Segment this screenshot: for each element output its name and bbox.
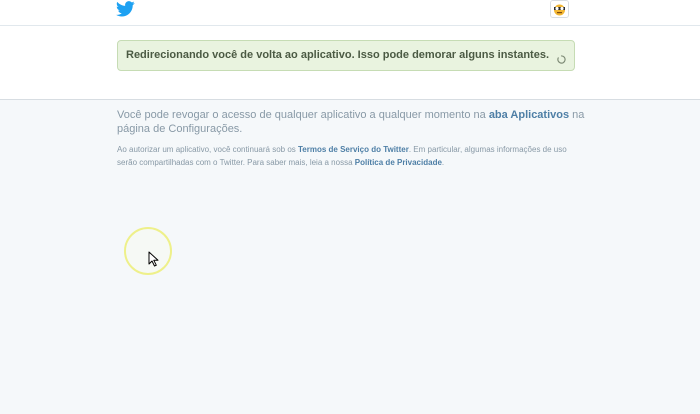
redirect-message: Redirecionando você de volta ao aplicati… bbox=[126, 49, 550, 61]
loading-spinner-icon bbox=[557, 51, 566, 64]
redirect-panel: Redirecionando você de volta ao aplicati… bbox=[0, 26, 700, 100]
top-navigation-bar bbox=[0, 0, 700, 26]
terms-suffix: . bbox=[441, 158, 445, 167]
redirect-notice: Redirecionando você de volta ao aplicati… bbox=[117, 40, 575, 71]
revoke-prefix: Você pode revogar o acesso de qualquer a… bbox=[117, 109, 489, 121]
authorization-info: Você pode revogar o acesso de qualquer a… bbox=[117, 108, 587, 169]
profile-avatar-icon[interactable] bbox=[550, 0, 569, 18]
terms-prefix: Ao autorizar um aplicativo, você continu… bbox=[117, 145, 298, 154]
revoke-access-text: Você pode revogar o acesso de qualquer a… bbox=[117, 108, 587, 136]
apps-tab-link[interactable]: aba Aplicativos bbox=[489, 109, 569, 121]
twitter-bird-icon[interactable] bbox=[116, 1, 135, 17]
mouse-pointer-icon bbox=[148, 251, 160, 267]
terms-of-service-link[interactable]: Termos de Serviço do Twitter bbox=[298, 145, 409, 154]
privacy-policy-link[interactable]: Política de Privacidade bbox=[355, 158, 442, 167]
terms-notice-text: Ao autorizar um aplicativo, você continu… bbox=[117, 143, 587, 169]
